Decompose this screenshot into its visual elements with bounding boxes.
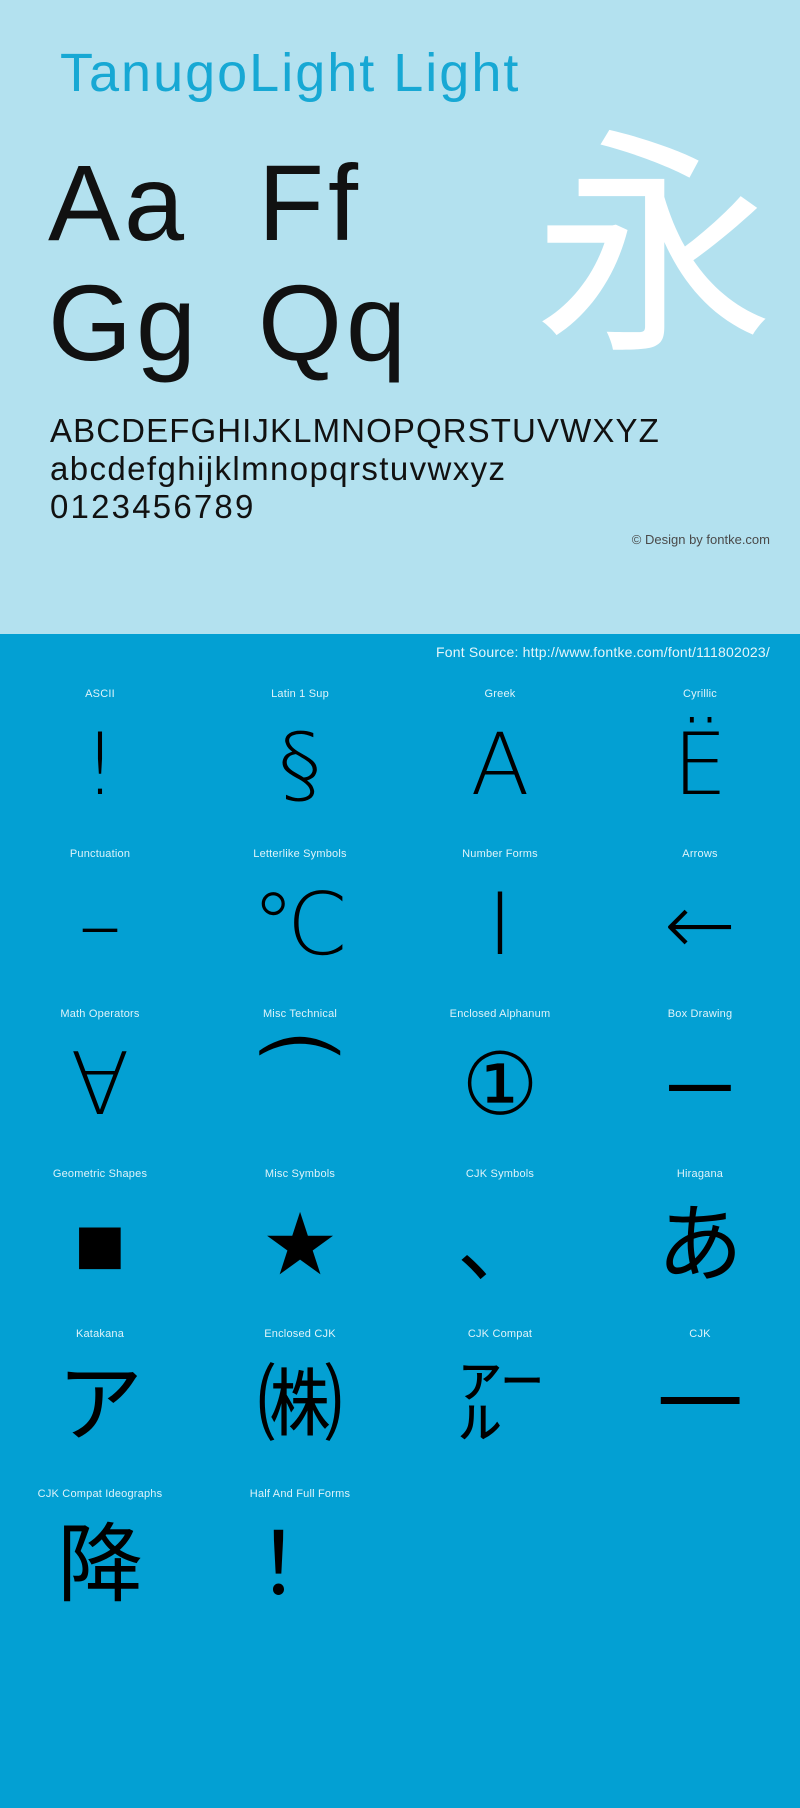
specimen-top-panel: TanugoLight Light Aa Ff Gg Qq 永 ABCDEFGH… [0, 0, 800, 634]
glyph-cell: Misc Symbols ★ [200, 1164, 400, 1324]
glyph-sample: 一 [657, 1355, 743, 1455]
glyph-cell-label: Half And Full Forms [249, 1488, 351, 1500]
glyph-sample: ─ [669, 1035, 731, 1135]
glyph-cell-label: Hiragana [676, 1168, 724, 1180]
glyph-cell-label: Misc Symbols [264, 1168, 336, 1180]
glyph-sample: ← [663, 875, 737, 975]
glyph-cell: Half And Full Forms ！ [200, 1484, 400, 1644]
glyph-cell-label: Greek [484, 688, 516, 700]
glyph-cell-label: ASCII [85, 688, 115, 700]
glyph-cell-label: CJK [689, 1328, 711, 1340]
digits-row: 0123456789 [50, 488, 256, 525]
glyph-sample: ！ [257, 1515, 343, 1615]
glyph-cell: Geometric Shapes ■ [0, 1164, 200, 1324]
glyph-cell: Cyrillic Ё [600, 684, 800, 844]
glyph-cell: Hiragana あ [600, 1164, 800, 1324]
copyright-notice: © Design by fontke.com [631, 532, 770, 547]
glyph-cell: CJK 一 [600, 1324, 800, 1484]
glyph-cell: Greek Α [400, 684, 600, 844]
glyph-cell-label: Geometric Shapes [52, 1168, 148, 1180]
glyph-cell-label: CJK Compat Ideographs [37, 1488, 163, 1500]
glyph-cell: Arrows ← [600, 844, 800, 1004]
font-specimen-page: TanugoLight Light Aa Ff Gg Qq 永 ABCDEFGH… [0, 0, 800, 1808]
glyph-sample: ① [461, 1035, 539, 1135]
glyph-cell: ASCII! [0, 684, 200, 844]
glyph-cell: Punctuation – [0, 844, 200, 1004]
glyph-sample: ア [57, 1355, 143, 1455]
glyph-cell-label: CJK Compat [467, 1328, 533, 1340]
glyph-cell-label: Math Operators [60, 1008, 140, 1020]
glyph-cell-label: Enclosed CJK [264, 1328, 336, 1340]
glyph-cell: Letterlike Symbols ℃ [200, 844, 400, 1004]
glyph-cell-label: Number Forms [462, 848, 538, 860]
glyph-cell: Latin 1 Sup § [200, 684, 400, 844]
glyph-cell-label: Misc Technical [262, 1008, 338, 1020]
glyph-sample: 降 [57, 1515, 143, 1615]
specimen-pair-qq: Qq [258, 262, 411, 383]
glyph-cell-label: Arrows [682, 848, 718, 860]
glyph-cell-label: Box Drawing [667, 1008, 733, 1020]
glyph-cell: Number Forms Ⅰ [400, 844, 600, 1004]
glyph-sample: Α [470, 715, 530, 815]
glyph-cell-label: Latin 1 Sup [271, 688, 329, 700]
specimen-pair-aa: Aa [48, 142, 189, 263]
glyph-cell: CJK Compat Ideographs 降 [0, 1484, 200, 1644]
glyph-cell-label: Enclosed Alphanum [449, 1008, 551, 1020]
glyph-sample: 、 [457, 1195, 543, 1295]
glyph-cell-label: Punctuation [69, 848, 131, 860]
glyph-cell: Misc Technical ⏜ [200, 1004, 400, 1164]
font-source-link[interactable]: Font Source: http://www.fontke.com/font/… [436, 644, 770, 660]
glyph-sample: ㈱ [257, 1355, 343, 1455]
glyph-cell: Math Operators ∀ [0, 1004, 200, 1164]
glyph-cell-label: Cyrillic [683, 688, 717, 700]
glyph-cell: CJK Compat ㌃ [400, 1324, 600, 1484]
specimen-pair-gg: Gg [48, 262, 201, 383]
specimen-pair-ff: Ff [258, 142, 362, 263]
unicode-blocks-panel: Font Source: http://www.fontke.com/font/… [0, 634, 800, 1808]
glyph-grid: ASCII! Latin 1 Sup § Greek Α Cyrillic Ё Punctua… [0, 684, 800, 1644]
glyph-sample: ! [82, 715, 118, 815]
glyph-sample: ℃ [251, 875, 349, 975]
glyph-cell: Enclosed CJK ㈱ [200, 1324, 400, 1484]
glyph-sample: § [278, 715, 322, 815]
glyph-sample: ∀ [70, 1035, 130, 1135]
glyph-sample: Ё [672, 715, 728, 815]
glyph-cell: CJK Symbols 、 [400, 1164, 600, 1324]
lowercase-alphabet: abcdefghijklmnopqrstuvwxyz [50, 450, 507, 487]
alphabet-block: ABCDEFGHIJKLMNOPQRSTUVWXYZ abcdefghijklm… [50, 412, 660, 526]
glyph-sample: ★ [261, 1195, 339, 1295]
glyph-cell: Katakana ア [0, 1324, 200, 1484]
glyph-cell: Box Drawing ─ [600, 1004, 800, 1164]
cjk-watermark-glyph: 永 [533, 108, 774, 388]
uppercase-alphabet: ABCDEFGHIJKLMNOPQRSTUVWXYZ [50, 412, 660, 449]
glyph-cell-label: CJK Symbols [465, 1168, 535, 1180]
glyph-sample: ㌃ [457, 1355, 543, 1455]
glyph-sample: あ [657, 1195, 743, 1295]
glyph-sample: – [78, 875, 122, 975]
glyph-sample: ■ [74, 1195, 126, 1295]
glyph-sample: Ⅰ [487, 875, 513, 975]
glyph-cell [400, 1484, 600, 1644]
glyph-cell: Enclosed Alphanum ① [400, 1004, 600, 1164]
glyph-cell [600, 1484, 800, 1644]
glyph-cell-label: Katakana [75, 1328, 125, 1340]
glyph-cell-label: Letterlike Symbols [253, 848, 347, 860]
glyph-sample: ⏜ [258, 1035, 342, 1135]
page-title: TanugoLight Light [60, 43, 521, 103]
